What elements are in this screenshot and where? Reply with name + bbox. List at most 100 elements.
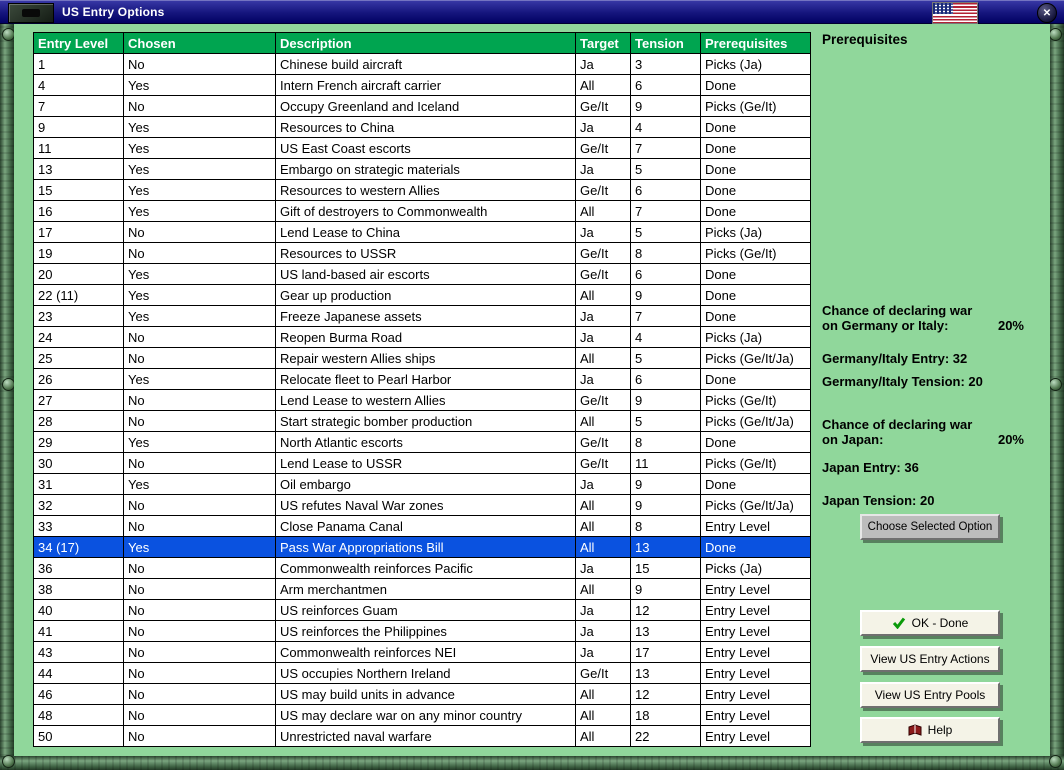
close-icon[interactable]: ✕	[1037, 3, 1057, 23]
table-row[interactable]: 13 Yes Embargo on strategic materials Ja 5 Do…	[33, 158, 811, 180]
table-cell: All	[575, 578, 631, 600]
table-row[interactable]: 1 No Chinese build aircraft Ja 3 Picks (Ja)	[33, 53, 811, 75]
table-cell: All	[575, 347, 631, 369]
table-cell: 6	[630, 368, 701, 390]
column-header[interactable]: Chosen	[123, 32, 276, 54]
table-cell: 13	[630, 536, 701, 558]
table-cell: Resources to western Allies	[275, 179, 576, 201]
table-row[interactable]: 29 Yes North Atlantic escorts Ge/It 8 Done	[33, 431, 811, 453]
japan-tension-stat: Japan Tension: 20	[822, 493, 935, 508]
table-cell: Yes	[123, 74, 276, 96]
column-header[interactable]: Description	[275, 32, 576, 54]
table-cell: No	[123, 242, 276, 264]
table-cell: Done	[700, 263, 811, 285]
column-header[interactable]: Entry Level	[33, 32, 124, 54]
help-button[interactable]: Help	[860, 717, 1000, 743]
table-cell: 15	[33, 179, 124, 201]
table-cell: No	[123, 494, 276, 516]
table-cell: 33	[33, 515, 124, 537]
table-row[interactable]: 17 No Lend Lease to China Ja 5 Picks (Ja)	[33, 221, 811, 243]
table-row[interactable]: 26 Yes Relocate fleet to Pearl Harbor Ja 6 Do…	[33, 368, 811, 390]
table-row[interactable]: 11 Yes US East Coast escorts Ge/It 7 Done	[33, 137, 811, 159]
table-row[interactable]: 7 No Occupy Greenland and Iceland Ge/It 9 Pic…	[33, 95, 811, 117]
table-row[interactable]: 33 No Close Panama Canal All 8 Entry Level	[33, 515, 811, 537]
table-cell: Unrestricted naval warfare	[275, 725, 576, 747]
table-row[interactable]: 25 No Repair western Allies ships All 5 Picks…	[33, 347, 811, 369]
table-cell: Ja	[575, 620, 631, 642]
table-cell: Entry Level	[700, 662, 811, 684]
table-cell: Done	[700, 158, 811, 180]
table-row[interactable]: 48 No US may declare war on any minor coun…	[33, 704, 811, 726]
table-cell: US land-based air escorts	[275, 263, 576, 285]
table-cell: US may declare war on any minor country	[275, 704, 576, 726]
us-flag-icon	[932, 2, 978, 24]
table-cell: 50	[33, 725, 124, 747]
choose-selected-option-button[interactable]: Choose Selected Option	[860, 514, 1000, 540]
table-cell: No	[123, 620, 276, 642]
table-row[interactable]: 50 No Unrestricted naval warfare All 22 Entry…	[33, 725, 811, 747]
table-row[interactable]: 40 No US reinforces Guam Ja 12 Entry Level	[33, 599, 811, 621]
view-us-entry-pools-button[interactable]: View US Entry Pools	[860, 682, 1000, 708]
table-cell: 7	[630, 137, 701, 159]
table-cell: No	[123, 515, 276, 537]
table-row[interactable]: 31 Yes Oil embargo Ja 9 Done	[33, 473, 811, 495]
table-cell: Repair western Allies ships	[275, 347, 576, 369]
table-row[interactable]: 34 (17) Yes Pass War Appropriations Bill Al…	[33, 536, 811, 558]
column-header[interactable]: Prerequisites	[700, 32, 811, 54]
table-row[interactable]: 22 (11) Yes Gear up production All 9 Done	[33, 284, 811, 306]
table-cell: 27	[33, 389, 124, 411]
table-cell: 23	[33, 305, 124, 327]
table-cell: No	[123, 326, 276, 348]
table-row[interactable]: 44 No US occupies Northern Ireland Ge/It 13 E…	[33, 662, 811, 684]
table-row[interactable]: 23 Yes Freeze Japanese assets Ja 7 Done	[33, 305, 811, 327]
help-label: Help	[927, 723, 953, 737]
table-cell: Yes	[123, 473, 276, 495]
table-cell: Yes	[123, 137, 276, 159]
table-cell: Freeze Japanese assets	[275, 305, 576, 327]
column-header[interactable]: Target	[575, 32, 631, 54]
table-cell: 15	[630, 557, 701, 579]
table-cell: 34 (17)	[33, 536, 124, 558]
table-row[interactable]: 28 No Start strategic bomber production All…	[33, 410, 811, 432]
table-cell: 24	[33, 326, 124, 348]
table-cell: 19	[33, 242, 124, 264]
ok-done-button[interactable]: OK - Done	[860, 610, 1000, 636]
frame-screw	[1049, 28, 1062, 41]
table-cell: Yes	[123, 368, 276, 390]
table-cell: No	[123, 662, 276, 684]
view-us-entry-actions-label: View US Entry Actions	[870, 652, 990, 666]
table-row[interactable]: 38 No Arm merchantmen All 9 Entry Level	[33, 578, 811, 600]
table-row[interactable]: 20 Yes US land-based air escorts Ge/It 6 Done	[33, 263, 811, 285]
table-row[interactable]: 46 No US may build units in advance All 12 En…	[33, 683, 811, 705]
table-row[interactable]: 15 Yes Resources to western Allies Ge/It 6 Do…	[33, 179, 811, 201]
table-cell: Entry Level	[700, 725, 811, 747]
table-cell: 7	[33, 95, 124, 117]
table-row[interactable]: 32 No US refutes Naval War zones All 9 Picks …	[33, 494, 811, 516]
table-cell: All	[575, 725, 631, 747]
table-cell: 11	[630, 452, 701, 474]
table-row[interactable]: 9 Yes Resources to China Ja 4 Done	[33, 116, 811, 138]
table-row[interactable]: 30 No Lend Lease to USSR Ge/It 11 Picks (Ge/I…	[33, 452, 811, 474]
view-us-entry-actions-button[interactable]: View US Entry Actions	[860, 646, 1000, 672]
table-cell: Ja	[575, 116, 631, 138]
column-header[interactable]: Tension	[630, 32, 701, 54]
table-cell: 7	[630, 305, 701, 327]
table-row[interactable]: 43 No Commonwealth reinforces NEI Ja 17 Entry…	[33, 641, 811, 663]
table-row[interactable]: 19 No Resources to USSR Ge/It 8 Picks (Ge/It)	[33, 242, 811, 264]
table-row[interactable]: 27 No Lend Lease to western Allies Ge/It 9 Pi…	[33, 389, 811, 411]
japan-chance-line2: on Japan:	[822, 432, 884, 447]
table-cell: 17	[630, 641, 701, 663]
frame-screw	[1049, 755, 1062, 768]
table-cell: 16	[33, 200, 124, 222]
table-cell: Yes	[123, 536, 276, 558]
table-cell: Lend Lease to China	[275, 221, 576, 243]
table-cell: Ja	[575, 368, 631, 390]
table-row[interactable]: 16 Yes Gift of destroyers to Commonwealth A…	[33, 200, 811, 222]
view-us-entry-pools-label: View US Entry Pools	[874, 688, 986, 702]
table-row[interactable]: 24 No Reopen Burma Road Ja 4 Picks (Ja)	[33, 326, 811, 348]
entry-options-table: Entry Level Chosen Description Target Tensio…	[33, 32, 811, 747]
table-row[interactable]: 41 No US reinforces the Philippines Ja 13 Ent…	[33, 620, 811, 642]
table-cell: 13	[630, 620, 701, 642]
table-row[interactable]: 36 No Commonwealth reinforces Pacific Ja 15 P…	[33, 557, 811, 579]
table-row[interactable]: 4 Yes Intern French aircraft carrier All 6 Do…	[33, 74, 811, 96]
